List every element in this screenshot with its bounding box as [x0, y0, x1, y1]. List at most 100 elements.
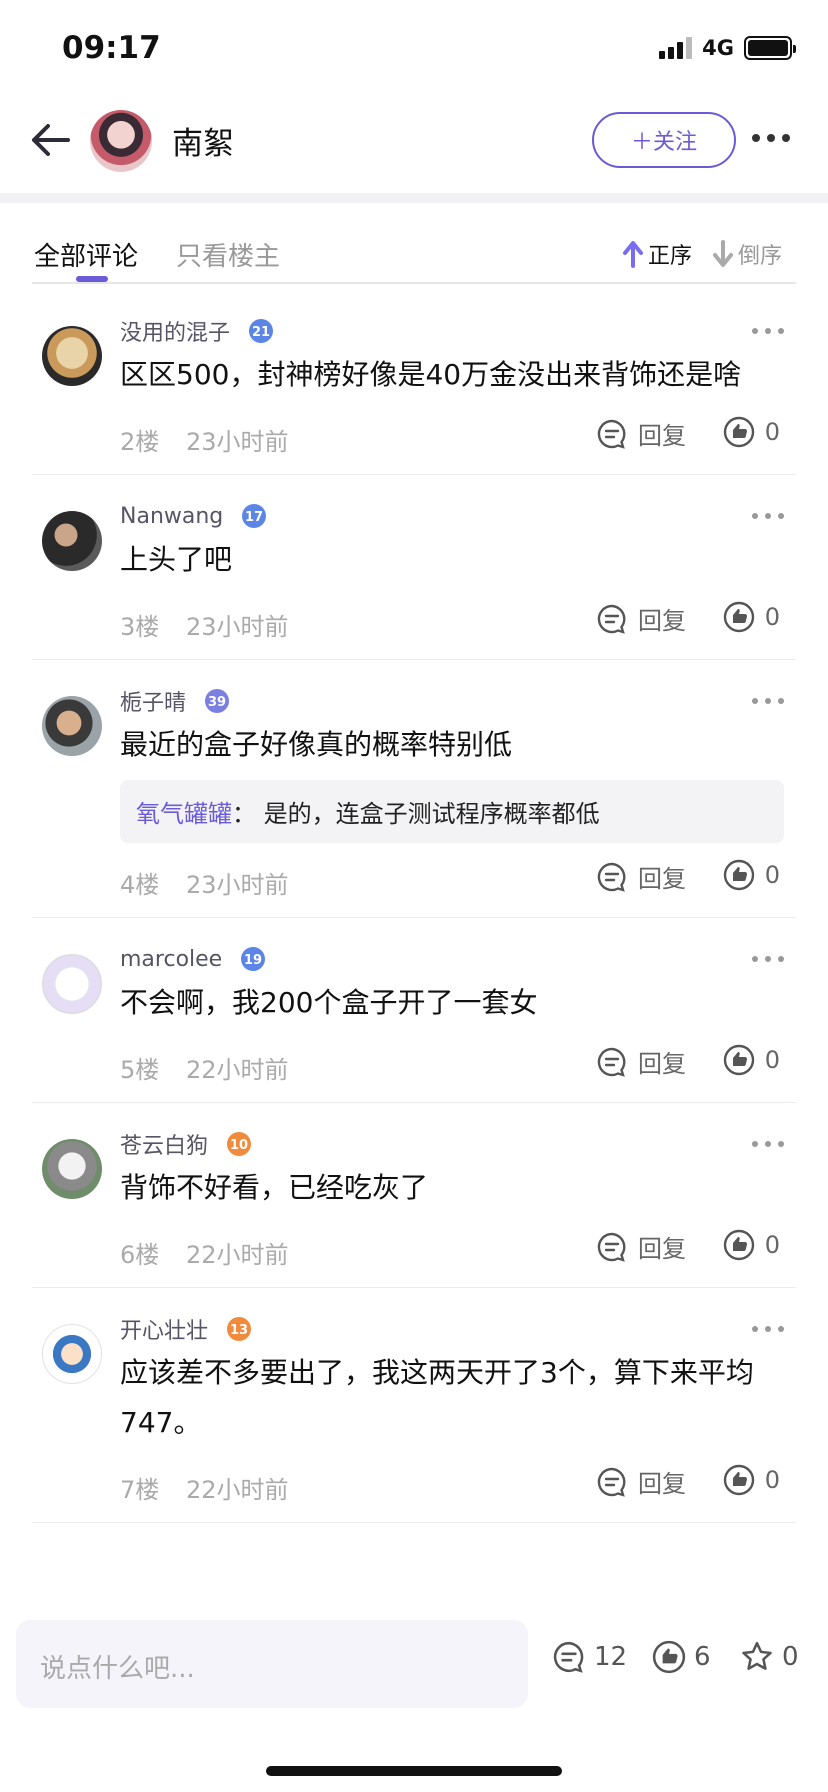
- level-badge-icon: 10: [222, 1129, 256, 1159]
- top-nav-bar: 南絮 ＋关注: [0, 100, 828, 200]
- comment-more-icon[interactable]: [752, 956, 784, 962]
- sort-ascending-button[interactable]: 正序: [622, 238, 692, 270]
- user-avatar[interactable]: [42, 1324, 102, 1384]
- comment-list: 没用的混子 21 区区500，封神榜好像是40万金没出来背饰还是啥 2楼 23小…: [0, 290, 828, 1595]
- reply-bubble-icon: [597, 862, 626, 892]
- back-arrow-icon: [32, 124, 70, 156]
- like-button[interactable]: 0: [723, 1044, 780, 1076]
- arrow-down-icon: [713, 240, 733, 267]
- author-avatar[interactable]: [90, 110, 152, 172]
- comment-text: 背饰不好看，已经吃灰了: [120, 1171, 429, 1204]
- author-name[interactable]: 南絮: [172, 118, 234, 163]
- comment-more-icon[interactable]: [752, 328, 784, 334]
- section-divider: [0, 193, 828, 203]
- like-count: 0: [764, 1466, 780, 1494]
- comment-username[interactable]: 没用的混子: [120, 315, 230, 347]
- favorite-button[interactable]: 0: [740, 1640, 799, 1674]
- thumbs-up-icon: [723, 859, 754, 891]
- reply-button[interactable]: 回复: [596, 416, 686, 451]
- reply-username[interactable]: 氧气罐罐: [136, 800, 232, 828]
- like-count: 0: [764, 603, 780, 631]
- like-button[interactable]: 0: [723, 601, 780, 633]
- active-tab-indicator: [76, 276, 108, 282]
- comment-text: 应该差不多要出了，我这两天开了3个，算下来平均747。: [120, 1356, 754, 1439]
- like-button[interactable]: 0: [723, 1229, 780, 1261]
- comment-time: 22小时前: [186, 1056, 289, 1084]
- thumbs-up-icon: [723, 1044, 754, 1076]
- comment-username[interactable]: 开心壮壮: [120, 1313, 208, 1345]
- reply-button[interactable]: 回复: [596, 1229, 686, 1264]
- reply-label: 回复: [638, 422, 686, 450]
- svg-text:39: 39: [208, 695, 226, 710]
- star-icon: [742, 1641, 772, 1670]
- reply-label: 回复: [638, 607, 686, 635]
- user-avatar[interactable]: [42, 326, 102, 386]
- status-indicators: 4G: [659, 36, 796, 60]
- comment-time: 23小时前: [186, 613, 289, 641]
- user-avatar[interactable]: [42, 511, 102, 571]
- level-badge-icon: 17: [237, 501, 271, 531]
- signal-icon: [659, 37, 693, 59]
- reply-button[interactable]: 回复: [596, 1464, 686, 1499]
- comment-more-icon[interactable]: [752, 513, 784, 519]
- thumbs-up-icon: [723, 1229, 754, 1261]
- follow-button[interactable]: ＋关注: [592, 112, 736, 168]
- post-like-button[interactable]: 6: [652, 1640, 711, 1674]
- comment-username[interactable]: 苍云白狗: [120, 1128, 208, 1160]
- svg-text:21: 21: [252, 325, 270, 340]
- user-avatar[interactable]: [42, 954, 102, 1014]
- comment-item: Nanwang 17 上头了吧 3楼 23小时前 回复 0: [32, 475, 796, 660]
- reply-bubble-icon: [597, 1232, 626, 1262]
- floor-number: 3楼: [120, 613, 160, 641]
- reply-text: 是的，连盒子测试程序概率都低: [263, 800, 600, 828]
- thumbs-up-icon: [723, 416, 754, 448]
- comment-time: 23小时前: [186, 871, 289, 899]
- reply-label: 回复: [638, 1235, 686, 1263]
- level-badge-icon: 19: [236, 944, 270, 974]
- network-label: 4G: [702, 36, 734, 60]
- like-count: 0: [764, 1046, 780, 1074]
- comment-username[interactable]: 栀子晴: [120, 685, 186, 717]
- user-avatar[interactable]: [42, 1139, 102, 1199]
- tab-all-comments[interactable]: 全部评论: [34, 236, 138, 273]
- reply-bubble-icon: [597, 1467, 626, 1497]
- reply-button[interactable]: 回复: [596, 601, 686, 636]
- comment-count-button[interactable]: 12: [552, 1640, 627, 1674]
- comment-text: 上头了吧: [120, 543, 233, 576]
- comment-time: 22小时前: [186, 1476, 289, 1504]
- svg-text:17: 17: [245, 510, 263, 525]
- like-button[interactable]: 0: [723, 416, 780, 448]
- thumbs-up-icon: [723, 601, 754, 633]
- level-badge-icon: 39: [200, 686, 234, 716]
- reply-separator: ：: [232, 800, 256, 828]
- battery-icon: [744, 36, 796, 60]
- nested-reply[interactable]: 氧气罐罐： 是的，连盒子测试程序概率都低: [120, 780, 784, 843]
- reply-button[interactable]: 回复: [596, 859, 686, 894]
- like-count: 0: [764, 418, 780, 446]
- thumbs-up-icon: [723, 1464, 754, 1496]
- like-button[interactable]: 0: [723, 1464, 780, 1496]
- more-options-icon[interactable]: [752, 134, 790, 142]
- tab-owner-only[interactable]: 只看楼主: [176, 236, 280, 273]
- comment-tabs: 全部评论 只看楼主 正序 倒序: [32, 220, 796, 284]
- reply-bubble-icon: [597, 604, 626, 634]
- status-time: 09:17: [62, 30, 161, 66]
- comment-username[interactable]: marcolee: [120, 947, 222, 972]
- user-avatar[interactable]: [42, 696, 102, 756]
- sort-descending-button[interactable]: 倒序: [712, 238, 782, 270]
- comment-input[interactable]: 说点什么吧...: [16, 1620, 528, 1708]
- comment-text: 区区500，封神榜好像是40万金没出来背饰还是啥: [120, 358, 742, 391]
- like-button[interactable]: 0: [723, 859, 780, 891]
- comment-more-icon[interactable]: [752, 698, 784, 704]
- comment-more-icon[interactable]: [752, 1141, 784, 1147]
- floor-number: 6楼: [120, 1241, 160, 1269]
- bottom-action-bar: 说点什么吧... 12 6 0: [0, 1600, 828, 1792]
- reply-button[interactable]: 回复: [596, 1044, 686, 1079]
- home-indicator: [266, 1766, 562, 1776]
- comment-username[interactable]: Nanwang: [120, 504, 223, 529]
- comment-item: 开心壮壮 13 应该差不多要出了，我这两天开了3个，算下来平均747。 7楼 2…: [32, 1288, 796, 1523]
- comment-time: 23小时前: [186, 428, 289, 456]
- back-button[interactable]: [26, 118, 76, 162]
- floor-number: 4楼: [120, 871, 160, 899]
- comment-more-icon[interactable]: [752, 1326, 784, 1332]
